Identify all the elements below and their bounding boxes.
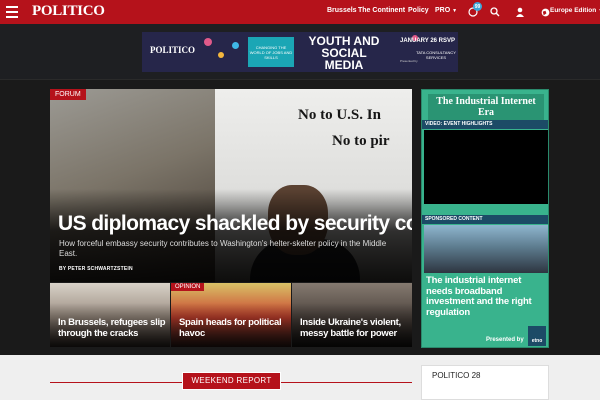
sponsored-label: SPONSORED CONTENT — [422, 215, 548, 224]
poster-line-1: No to U.S. In — [298, 107, 381, 123]
hero-byline[interactable]: BY PETER SCHWARTZSTEIN — [59, 266, 133, 272]
story-card-1[interactable]: In Brussels, refugees slip through the c… — [50, 283, 170, 347]
sponsored-image[interactable] — [424, 225, 548, 273]
politico-28-title: POLITICO 28 — [432, 371, 481, 380]
sponsored-headline[interactable]: The industrial internet needs broadband … — [426, 275, 546, 318]
user-icon[interactable] — [513, 5, 527, 19]
story-card-1-title[interactable]: In Brussels, refugees slip through the c… — [58, 317, 166, 339]
poster-line-2: No to pir — [332, 133, 390, 149]
nav-link-the-continent[interactable]: The Continent — [358, 7, 405, 14]
ad-date: JANUARY 26 RSVP — [400, 38, 456, 44]
sidebar-industrial-internet: The Industrial Internet Era VIDEO: EVENT… — [421, 89, 549, 348]
story-card-3[interactable]: Inside Ukraine's violent, messy battle f… — [292, 283, 412, 347]
decor-dot — [232, 42, 239, 49]
presented-by-label: Presented by — [486, 337, 524, 343]
ad-banner[interactable]: POLITICO CHANGING THE WORLD OF JOBS AND … — [142, 32, 458, 72]
ad-logo: POLITICO — [150, 45, 196, 55]
video-label: VIDEO: EVENT HIGHLIGHTS — [422, 120, 548, 129]
search-icon[interactable] — [488, 5, 502, 19]
chevron-down-icon: ▼ — [452, 8, 458, 14]
edition-selector[interactable]: Europe Edition▼ — [550, 7, 600, 14]
hero-story[interactable]: No to U.S. In No to pir FORUM US diploma… — [50, 89, 412, 282]
hero-tag-forum[interactable]: FORUM — [50, 89, 86, 100]
top-nav-bar: POLITICO Brussels The Continent Policy P… — [0, 0, 600, 24]
ad-headline-3: MEDIA — [324, 58, 364, 72]
nav-link-policy[interactable]: Policy — [408, 7, 429, 14]
ad-strip: POLITICO CHANGING THE WORLD OF JOBS AND … — [0, 24, 600, 80]
hero-headline[interactable]: US diplomacy shackled by security concer… — [58, 213, 412, 235]
story-card-2-tag[interactable]: OPINION — [171, 283, 205, 291]
edition-label: Europe Edition — [550, 7, 597, 14]
ad-sponsor-name: TATA CONSULTANCY SERVICES — [416, 50, 456, 60]
notification-count-badge: 99 — [473, 2, 482, 11]
menu-icon[interactable] — [6, 5, 18, 19]
decor-dot — [204, 38, 212, 46]
sidebar-title[interactable]: The Industrial Internet Era — [428, 94, 544, 120]
hero-summary: How forceful embassy security contribute… — [59, 239, 387, 258]
nav-link-brussels[interactable]: Brussels — [327, 7, 357, 14]
video-player[interactable] — [424, 130, 548, 204]
nav-link-pro-label: PRO — [435, 7, 451, 14]
sponsor-logo[interactable]: etno — [528, 326, 546, 346]
notification-icon[interactable]: 99 — [466, 2, 482, 19]
story-card-3-title[interactable]: Inside Ukraine's violent, messy battle f… — [300, 317, 410, 339]
nav-link-pro[interactable]: PRO ▼ — [435, 7, 457, 14]
ad-headline: YOUTH AND SOCIAL MEDIA — [294, 35, 394, 71]
ad-subtitle: CHANGING THE WORLD OF JOBS AND SKILLS — [248, 37, 294, 67]
story-card-2[interactable]: OPINION Spain heads for political havoc — [171, 283, 291, 347]
story-card-2-title[interactable]: Spain heads for political havoc — [179, 317, 287, 339]
weekend-report-header[interactable]: WEEKEND REPORT — [182, 372, 281, 390]
politico-28-widget[interactable]: POLITICO 28 — [421, 365, 549, 400]
site-logo[interactable]: POLITICO — [32, 3, 105, 20]
decor-dot — [218, 52, 224, 58]
